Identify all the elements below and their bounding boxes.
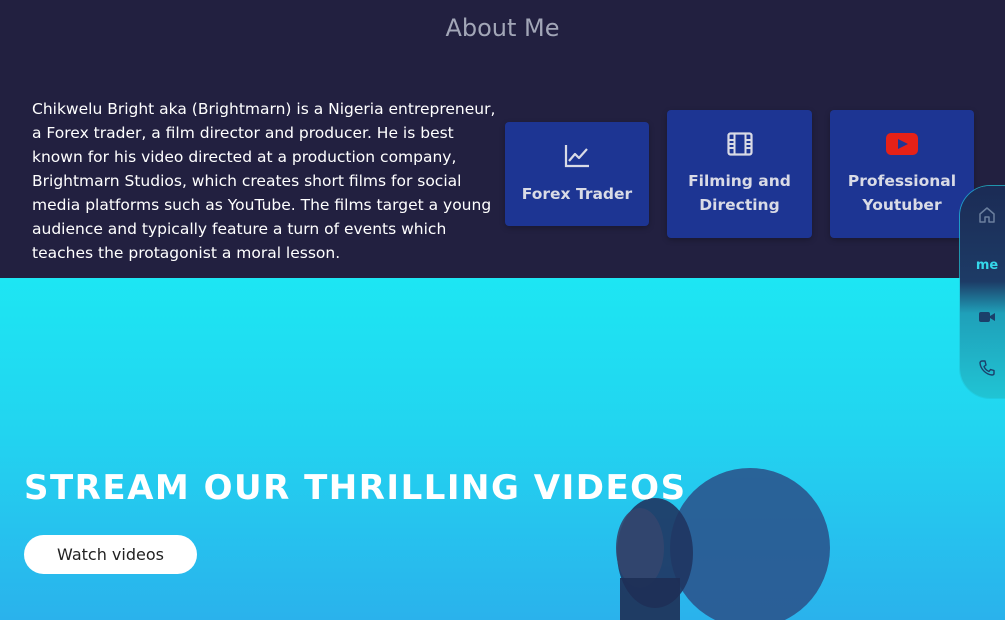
hero-section: STREAM OUR THRILLING VIDEOS Watch videos — [0, 278, 1005, 620]
nav-item-me[interactable]: me — [974, 252, 1000, 278]
card-label: Professional Youtuber — [847, 171, 957, 214]
bio-text: Chikwelu Bright aka (Brightmarn) is a Ni… — [32, 100, 496, 262]
card-label: Forex Trader — [521, 184, 633, 203]
home-icon[interactable] — [974, 202, 1000, 228]
card-forex-trader[interactable]: Forex Trader — [505, 122, 649, 226]
hero-title: STREAM OUR THRILLING VIDEOS — [24, 468, 687, 508]
side-navigation: me — [960, 186, 1005, 398]
youtube-icon — [886, 132, 918, 163]
line-chart-icon — [563, 143, 591, 176]
watch-videos-button[interactable]: Watch videos — [24, 535, 197, 574]
card-professional-youtuber[interactable]: Professional Youtuber — [830, 110, 974, 238]
film-icon — [726, 131, 753, 163]
hero-person-image — [616, 468, 830, 620]
card-filming-directing[interactable]: Filming and Directing — [667, 110, 812, 238]
card-label: Filming and Directing — [688, 171, 791, 214]
about-section: About Me Chikwelu Bright aka (Brightmarn… — [0, 0, 1005, 278]
phone-icon[interactable] — [974, 355, 1000, 381]
about-title: About Me — [445, 14, 560, 42]
video-camera-icon[interactable] — [974, 304, 1000, 330]
